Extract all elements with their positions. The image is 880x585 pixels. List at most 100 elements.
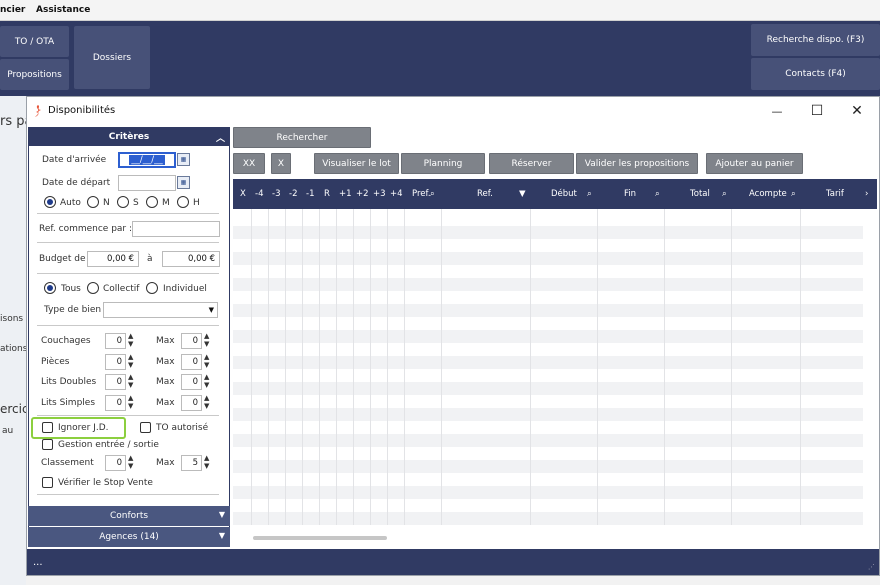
table-row[interactable] — [233, 460, 863, 473]
column-header[interactable]: -2 — [289, 189, 297, 199]
column-header[interactable]: +3 — [373, 189, 386, 199]
valider-button[interactable]: Valider les propositions — [576, 153, 698, 174]
column-header[interactable]: Fin — [624, 189, 636, 199]
agences-accordion[interactable]: Agences (14) ▼ — [28, 527, 230, 547]
classement-max-stepper[interactable]: 5 ▲ ▼ — [181, 455, 211, 471]
search-icon[interactable]: ⌕ — [430, 189, 435, 199]
stop-vente-checkbox[interactable] — [42, 477, 53, 488]
propositions-button[interactable]: Propositions — [0, 59, 69, 90]
pieces-max-stepper[interactable]: 0 ▲ ▼ — [181, 354, 211, 370]
table-row[interactable] — [233, 330, 863, 343]
departure-date-field[interactable] — [118, 175, 176, 191]
ajouter-panier-button[interactable]: Ajouter au panier — [706, 153, 803, 174]
visualiser-button[interactable]: Visualiser le lot — [314, 153, 399, 174]
radio-auto[interactable] — [44, 196, 56, 208]
ignorer-jd-checkbox[interactable] — [42, 422, 53, 433]
lits-simples-min-stepper[interactable]: 0 ▲ ▼ — [105, 395, 135, 411]
gestion-checkbox[interactable] — [42, 439, 53, 450]
table-row[interactable] — [233, 434, 863, 447]
recherche-dispo-button[interactable]: Recherche dispo. (F3) — [751, 24, 880, 56]
search-icon[interactable]: ⌕ — [791, 189, 796, 199]
resize-grip-icon[interactable]: ⋰ — [868, 563, 875, 571]
type-bien-select[interactable]: ▼ — [103, 302, 218, 318]
column-header[interactable]: -1 — [306, 189, 314, 199]
arrow-down-icon[interactable]: ▼ — [128, 341, 137, 348]
radio-m[interactable] — [146, 196, 158, 208]
filter-icon[interactable]: ▼ — [519, 189, 526, 199]
menu-item-assistance[interactable]: Assistance — [36, 5, 90, 15]
horizontal-scrollbar[interactable] — [253, 536, 387, 540]
arrow-up-icon[interactable]: ▲ — [204, 374, 213, 381]
conforts-accordion[interactable]: Conforts ▼ — [28, 506, 230, 526]
arrow-up-icon[interactable]: ▲ — [204, 395, 213, 402]
x-button[interactable]: X — [271, 153, 291, 174]
search-icon[interactable]: ⌕ — [587, 189, 592, 199]
table-row[interactable] — [233, 252, 863, 265]
table-row[interactable] — [233, 486, 863, 499]
arrow-down-icon[interactable]: ▼ — [204, 463, 213, 470]
maximize-button[interactable]: ☐ — [802, 101, 832, 121]
column-header[interactable]: +1 — [339, 189, 352, 199]
arrival-date-field[interactable]: __/__/__ — [118, 152, 176, 168]
reserver-button[interactable]: Réserver — [489, 153, 574, 174]
couchages-min-stepper[interactable]: 0 ▲ ▼ — [105, 333, 135, 349]
arrow-down-icon[interactable]: ▼ — [128, 403, 137, 410]
couchages-max-stepper[interactable]: 0 ▲ ▼ — [181, 333, 211, 349]
arrow-up-icon[interactable]: ▲ — [204, 354, 213, 361]
chevron-up-icon[interactable]: ︿ — [216, 131, 225, 144]
table-row[interactable] — [233, 226, 863, 239]
xx-button[interactable]: XX — [233, 153, 265, 174]
search-icon[interactable]: ⌕ — [655, 189, 660, 199]
radio-individuel[interactable] — [146, 282, 158, 294]
planning-button[interactable]: Planning — [401, 153, 485, 174]
chevron-right-icon[interactable]: › — [865, 189, 868, 199]
criteria-header[interactable]: Critères ︿ — [29, 128, 229, 146]
rechercher-button[interactable]: Rechercher — [233, 127, 371, 148]
arrow-down-icon[interactable]: ▼ — [204, 362, 213, 369]
table-row[interactable] — [233, 278, 863, 291]
lits-doubles-min-stepper[interactable]: 0 ▲ ▼ — [105, 374, 135, 390]
arrow-down-icon[interactable]: ▼ — [204, 403, 213, 410]
arrow-up-icon[interactable]: ▲ — [204, 455, 213, 462]
column-header[interactable]: Début — [551, 189, 577, 199]
calendar-icon[interactable]: ▦ — [177, 176, 190, 189]
column-header[interactable]: -3 — [272, 189, 280, 199]
radio-s[interactable] — [117, 196, 129, 208]
minimize-button[interactable]: — — [762, 101, 792, 121]
arrow-down-icon[interactable]: ▼ — [204, 382, 213, 389]
pieces-min-stepper[interactable]: 0 ▲ ▼ — [105, 354, 135, 370]
to-autorise-checkbox[interactable] — [140, 422, 151, 433]
menu-item-financier[interactable]: ncier — [0, 5, 25, 15]
table-row[interactable] — [233, 512, 863, 525]
arrow-down-icon[interactable]: ▼ — [128, 463, 137, 470]
table-row[interactable] — [233, 356, 863, 369]
radio-n[interactable] — [87, 196, 99, 208]
column-header[interactable]: Acompte — [749, 189, 787, 199]
classement-min-stepper[interactable]: 0 ▲ ▼ — [105, 455, 135, 471]
arrow-up-icon[interactable]: ▲ — [128, 395, 137, 402]
calendar-icon[interactable]: ▦ — [177, 153, 190, 166]
arrow-up-icon[interactable]: ▲ — [128, 333, 137, 340]
column-header[interactable]: Pref. — [412, 189, 431, 199]
column-header[interactable]: Tarif — [826, 189, 844, 199]
arrow-up-icon[interactable]: ▲ — [128, 374, 137, 381]
lits-doubles-max-stepper[interactable]: 0 ▲ ▼ — [181, 374, 211, 390]
table-row[interactable] — [233, 382, 863, 395]
arrow-down-icon[interactable]: ▼ — [204, 341, 213, 348]
table-row[interactable] — [233, 408, 863, 421]
arrow-up-icon[interactable]: ▲ — [128, 354, 137, 361]
arrow-down-icon[interactable]: ▼ — [128, 362, 137, 369]
arrow-up-icon[interactable]: ▲ — [204, 333, 213, 340]
column-header[interactable]: +2 — [356, 189, 369, 199]
column-header[interactable]: R — [324, 189, 330, 199]
radio-h[interactable] — [177, 196, 189, 208]
column-header[interactable]: X — [240, 189, 246, 199]
budget-from-field[interactable]: 0,00 € — [87, 251, 139, 267]
arrow-up-icon[interactable]: ▲ — [128, 455, 137, 462]
column-header[interactable]: Ref. — [477, 189, 493, 199]
ref-field[interactable] — [132, 221, 220, 237]
to-ota-button[interactable]: TO / OTA — [0, 26, 69, 57]
lits-simples-max-stepper[interactable]: 0 ▲ ▼ — [181, 395, 211, 411]
arrow-down-icon[interactable]: ▼ — [128, 382, 137, 389]
column-header[interactable]: Total — [690, 189, 710, 199]
